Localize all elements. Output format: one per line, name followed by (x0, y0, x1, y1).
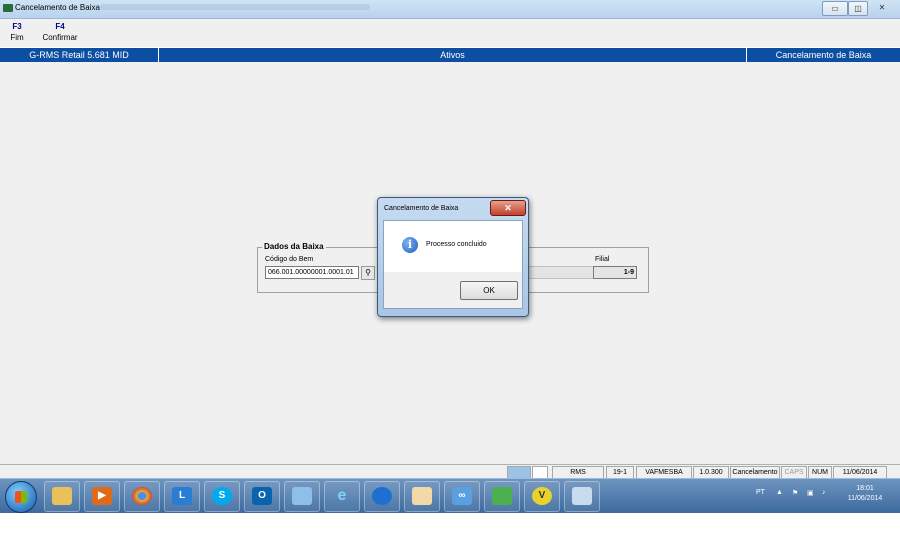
fkey-code: F4 (55, 22, 65, 31)
taskbar-app-stack[interactable] (484, 481, 520, 512)
close-button[interactable]: ✕ (868, 1, 896, 14)
taskbar-notes[interactable] (284, 481, 320, 512)
ok-button[interactable]: OK (460, 281, 518, 300)
start-button[interactable] (5, 481, 37, 513)
header-screen: Cancelamento de Baixa (775, 50, 872, 60)
group-title: Dados da Baixa (262, 242, 326, 251)
f4-confirmar-button[interactable]: F4 Confirmar (40, 22, 80, 42)
codigo-do-bem-field[interactable]: 066.001.00000001.0001.01 (265, 266, 359, 279)
dialog-message: Processo concluido (426, 241, 487, 248)
dialog-title: Cancelamento de Baixa (384, 205, 459, 212)
outlook-icon: O (252, 487, 272, 505)
folder-icon (52, 487, 72, 505)
taskbar-app-paint[interactable] (404, 481, 440, 512)
codigo-label: Código do Bem (265, 256, 314, 263)
network-icon[interactable]: ▣ (807, 489, 814, 497)
filial-field[interactable]: 1-9 (593, 266, 637, 279)
dialog-close-button[interactable]: ✕ (490, 200, 526, 216)
fkey-label: Confirmar (42, 33, 78, 42)
palette-icon (572, 487, 592, 505)
media-player-icon: ▶ (92, 487, 112, 505)
ve-icon: V (532, 487, 552, 505)
clock-date: 11/06/2014 (847, 495, 883, 502)
fkey-label: Fim (10, 33, 24, 42)
skype-icon: S (212, 487, 232, 505)
tray-expand-icon[interactable]: ▲ (776, 489, 783, 496)
header-bar: G-RMS Retail 5.681 MID Ativos Cancelamen… (0, 48, 900, 62)
filial-label: Filial (595, 256, 610, 263)
paint-icon (412, 487, 432, 505)
window-title: Cancelamento de Baixa (15, 3, 100, 12)
taskbar-media[interactable]: ▶ (84, 481, 120, 512)
notes-icon (292, 487, 312, 505)
dialog-body: i Processo concluido (383, 220, 523, 274)
title-blurred-text (100, 4, 370, 10)
search-binoculars-icon[interactable]: ⚲ (361, 266, 375, 280)
taskbar-skype[interactable]: S (204, 481, 240, 512)
taskbar: ▶ L S O e ∞ V PT ▲ ⚑ ▣ ♪ 18:01 11/06/201… (0, 478, 900, 513)
function-key-bar: F3 Fim F4 Confirmar (0, 19, 900, 47)
stack-icon (492, 487, 512, 505)
maximize-button[interactable]: ◫ (848, 1, 868, 16)
taskbar-explorer[interactable] (44, 481, 80, 512)
language-indicator[interactable]: PT (756, 489, 765, 496)
lync-icon: L (172, 487, 192, 505)
infinity-icon: ∞ (452, 487, 472, 505)
f3-fim-button[interactable]: F3 Fim (6, 22, 28, 42)
action-center-icon[interactable]: ⚑ (792, 489, 798, 497)
dialog-footer: OK (383, 272, 523, 309)
header-section: Ativos (440, 50, 465, 60)
clock-time: 18:01 (856, 485, 874, 492)
chrome-icon (132, 487, 152, 505)
main-area: Dados da Baixa Código do Bem 066.001.000… (0, 62, 900, 464)
window-titlebar: Cancelamento de Baixa ▭ ◫ ✕ (0, 0, 900, 19)
taskbar-app-infinity[interactable]: ∞ (444, 481, 480, 512)
minimize-button[interactable]: ▭ (822, 1, 848, 16)
internet-explorer-icon: e (337, 487, 347, 504)
taskbar-lync[interactable]: L (164, 481, 200, 512)
volume-icon[interactable]: ♪ (822, 489, 826, 496)
header-app-name: G-RMS Retail 5.681 MID (29, 50, 129, 60)
taskbar-chrome[interactable] (124, 481, 160, 512)
windows-logo-icon (15, 491, 27, 503)
taskbar-ie[interactable]: e (324, 481, 360, 512)
message-dialog: Cancelamento de Baixa ✕ i Processo concl… (377, 197, 529, 317)
taskbar-outlook[interactable]: O (244, 481, 280, 512)
taskbar-app-paint2[interactable] (564, 481, 600, 512)
info-icon: i (402, 237, 418, 253)
globe-icon (372, 487, 392, 505)
taskbar-app-ve[interactable]: V (524, 481, 560, 512)
bottom-status-bar: RMS 19-1 VAFMESBA 1.0.300 Cancelamento C… (0, 464, 900, 480)
fkey-code: F3 (12, 22, 22, 31)
descricao-field (522, 266, 594, 279)
taskbar-app-blue[interactable] (364, 481, 400, 512)
app-icon (3, 4, 13, 12)
tray-clock[interactable]: 18:01 11/06/2014 (840, 484, 890, 504)
